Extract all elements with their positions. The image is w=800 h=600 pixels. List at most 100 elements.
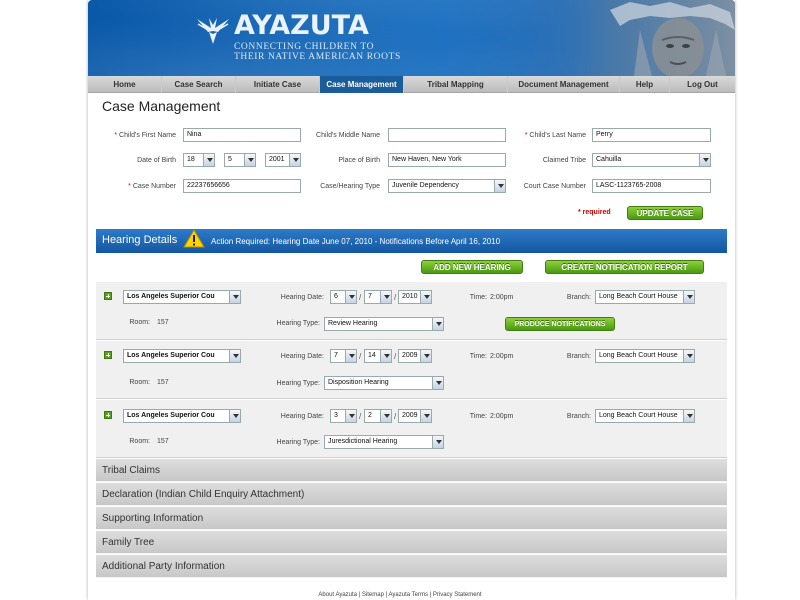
- dob-year-select[interactable]: 2001: [265, 153, 301, 167]
- chevron-down-icon: [244, 154, 255, 166]
- chevron-down-icon: [380, 410, 391, 422]
- time-label: Time:: [469, 413, 487, 420]
- hearing-month-select[interactable]: 7: [330, 349, 357, 363]
- required-marker: *: [114, 132, 118, 139]
- footer-link-privacy[interactable]: Privacy Statement: [433, 592, 482, 598]
- court-select[interactable]: Los Angeles Superior Cou: [123, 349, 241, 363]
- nav-case-search[interactable]: Case Search: [162, 76, 236, 93]
- hearing-month-select[interactable]: 6: [330, 290, 357, 304]
- nav-home[interactable]: Home: [88, 76, 162, 93]
- hearing-type-row-select[interactable]: Review Hearing: [324, 317, 444, 331]
- chevron-down-icon: [380, 350, 391, 362]
- branch-select[interactable]: Long Beach Court House: [595, 349, 695, 363]
- dob-month-select[interactable]: 5: [224, 153, 256, 167]
- branch-value: Long Beach Court House: [599, 412, 678, 419]
- hearing-month-value: 3: [334, 412, 338, 419]
- court-case-field[interactable]: LASC-1123765-2008: [592, 179, 711, 193]
- produce-notifications-button[interactable]: PRODUCE NOTIFICATIONS: [505, 317, 615, 331]
- chevron-down-icon: [345, 410, 356, 422]
- dob-year-value: 2001: [269, 156, 285, 163]
- hearing-date-label: Hearing Date:: [280, 353, 324, 360]
- hearing-month-value: 7: [334, 352, 338, 359]
- chevron-down-icon: [289, 154, 300, 166]
- date-separator: /: [359, 352, 362, 361]
- case-number-label: * Case Number: [100, 183, 176, 190]
- branch-select[interactable]: Long Beach Court House: [595, 290, 695, 304]
- eagle-logo-icon: [197, 18, 229, 44]
- branch-value: Long Beach Court House: [599, 293, 678, 300]
- birthplace-label: Place of Birth: [338, 157, 380, 164]
- court-select[interactable]: Los Angeles Superior Cou: [123, 409, 241, 423]
- page: AYAZUTA CONNECTING CHILDREN TO THEIR NAT…: [0, 0, 800, 600]
- room-value: 157: [157, 438, 169, 445]
- court-value: Los Angeles Superior Cou: [127, 352, 215, 359]
- court-value: Los Angeles Superior Cou: [127, 412, 215, 419]
- last-name-label-text: Child's Last Name: [529, 132, 586, 139]
- hearing-type-label: Case/Hearing Type: [320, 183, 380, 190]
- hearing-month-value: 6: [334, 293, 338, 300]
- hearing-day-select[interactable]: 7: [364, 290, 392, 304]
- hearing-day-value: 14: [368, 352, 376, 359]
- court-case-label: Court Case Number: [523, 183, 586, 190]
- section-declaration[interactable]: Declaration (Indian Child Enquiry Attach…: [96, 483, 727, 506]
- chevron-down-icon: [345, 350, 356, 362]
- expand-plus-icon[interactable]: [104, 351, 112, 359]
- footer-link-terms[interactable]: Ayazuta Terms: [389, 592, 428, 598]
- section-family-tree[interactable]: Family Tree: [96, 531, 727, 554]
- chevron-down-icon: [432, 436, 443, 448]
- dob-day-select[interactable]: 18: [183, 153, 215, 167]
- hearing-month-select[interactable]: 3: [330, 409, 357, 423]
- time-label: Time:: [469, 294, 487, 301]
- section-supporting-information[interactable]: Supporting Information: [96, 507, 727, 530]
- branch-label: Branch:: [566, 353, 591, 360]
- expand-plus-icon[interactable]: [104, 411, 112, 419]
- room-label: Room:: [129, 438, 150, 445]
- middle-name-field[interactable]: [388, 128, 506, 142]
- last-name-field[interactable]: Perry: [592, 128, 711, 142]
- time-label: Time:: [469, 353, 487, 360]
- branch-label: Branch:: [566, 413, 591, 420]
- first-name-label-text: Child's First Name: [119, 132, 176, 139]
- hearing-type-row-label: Hearing Type:: [276, 320, 320, 327]
- hearing-details-title: Hearing Details: [102, 234, 178, 246]
- last-name-label: * Child's Last Name: [506, 132, 586, 139]
- birthplace-field[interactable]: New Haven, New York: [388, 153, 506, 167]
- add-new-hearing-button[interactable]: ADD NEW HEARING: [421, 260, 523, 274]
- hearing-year-select[interactable]: 2009: [398, 349, 432, 363]
- nav-help[interactable]: Help: [620, 76, 670, 93]
- case-number-field[interactable]: 22237656656: [183, 179, 301, 193]
- time-value: 2:00pm: [490, 413, 514, 420]
- first-name-field[interactable]: Nina: [183, 128, 301, 142]
- update-case-button[interactable]: UPDATE CASE: [627, 206, 703, 220]
- hearing-type-row-select[interactable]: Juresdictional Hearing: [324, 435, 444, 449]
- tribe-value: Cahuilla: [596, 156, 622, 163]
- nav-document-management[interactable]: Document Management: [508, 76, 620, 93]
- hearing-type-row-select[interactable]: Disposition Hearing: [324, 376, 444, 390]
- middle-name-label: Child's Middle Name: [316, 132, 380, 139]
- branch-select[interactable]: Long Beach Court House: [595, 409, 695, 423]
- footer-link-sitemap[interactable]: Sitemap: [362, 592, 384, 598]
- nav-tribal-mapping[interactable]: Tribal Mapping: [404, 76, 508, 93]
- brand-tagline-line2: THEIR NATIVE AMERICAN ROOTS: [234, 52, 401, 62]
- nav-initiate-case[interactable]: Initiate Case: [236, 76, 320, 93]
- time-value: 2:00pm: [490, 353, 514, 360]
- hearing-type-select[interactable]: Juvenile Dependency: [388, 179, 506, 193]
- court-select[interactable]: Los Angeles Superior Cou: [123, 290, 241, 304]
- first-name-label: * Child's First Name: [100, 132, 176, 139]
- hearing-day-select[interactable]: 2: [364, 409, 392, 423]
- create-notification-report-button[interactable]: CREATE NOTIFICATION REPORT: [545, 260, 704, 274]
- section-additional-party[interactable]: Additional Party Information: [96, 555, 727, 578]
- branch-value: Long Beach Court House: [599, 352, 678, 359]
- hearing-type-row-label: Hearing Type:: [276, 380, 320, 387]
- tribe-select[interactable]: Cahuilla: [592, 153, 711, 167]
- chevron-down-icon: [420, 291, 431, 303]
- section-tribal-claims[interactable]: Tribal Claims: [96, 459, 727, 482]
- hearing-year-value: 2009: [402, 412, 418, 419]
- nav-log-out[interactable]: Log Out: [670, 76, 735, 93]
- footer-link-about[interactable]: About Ayazuta: [318, 592, 357, 598]
- expand-plus-icon[interactable]: [104, 292, 112, 300]
- hearing-day-select[interactable]: 14: [364, 349, 392, 363]
- nav-case-management[interactable]: Case Management: [320, 76, 404, 93]
- hearing-year-select[interactable]: 2010: [398, 290, 432, 304]
- hearing-year-select[interactable]: 2009: [398, 409, 432, 423]
